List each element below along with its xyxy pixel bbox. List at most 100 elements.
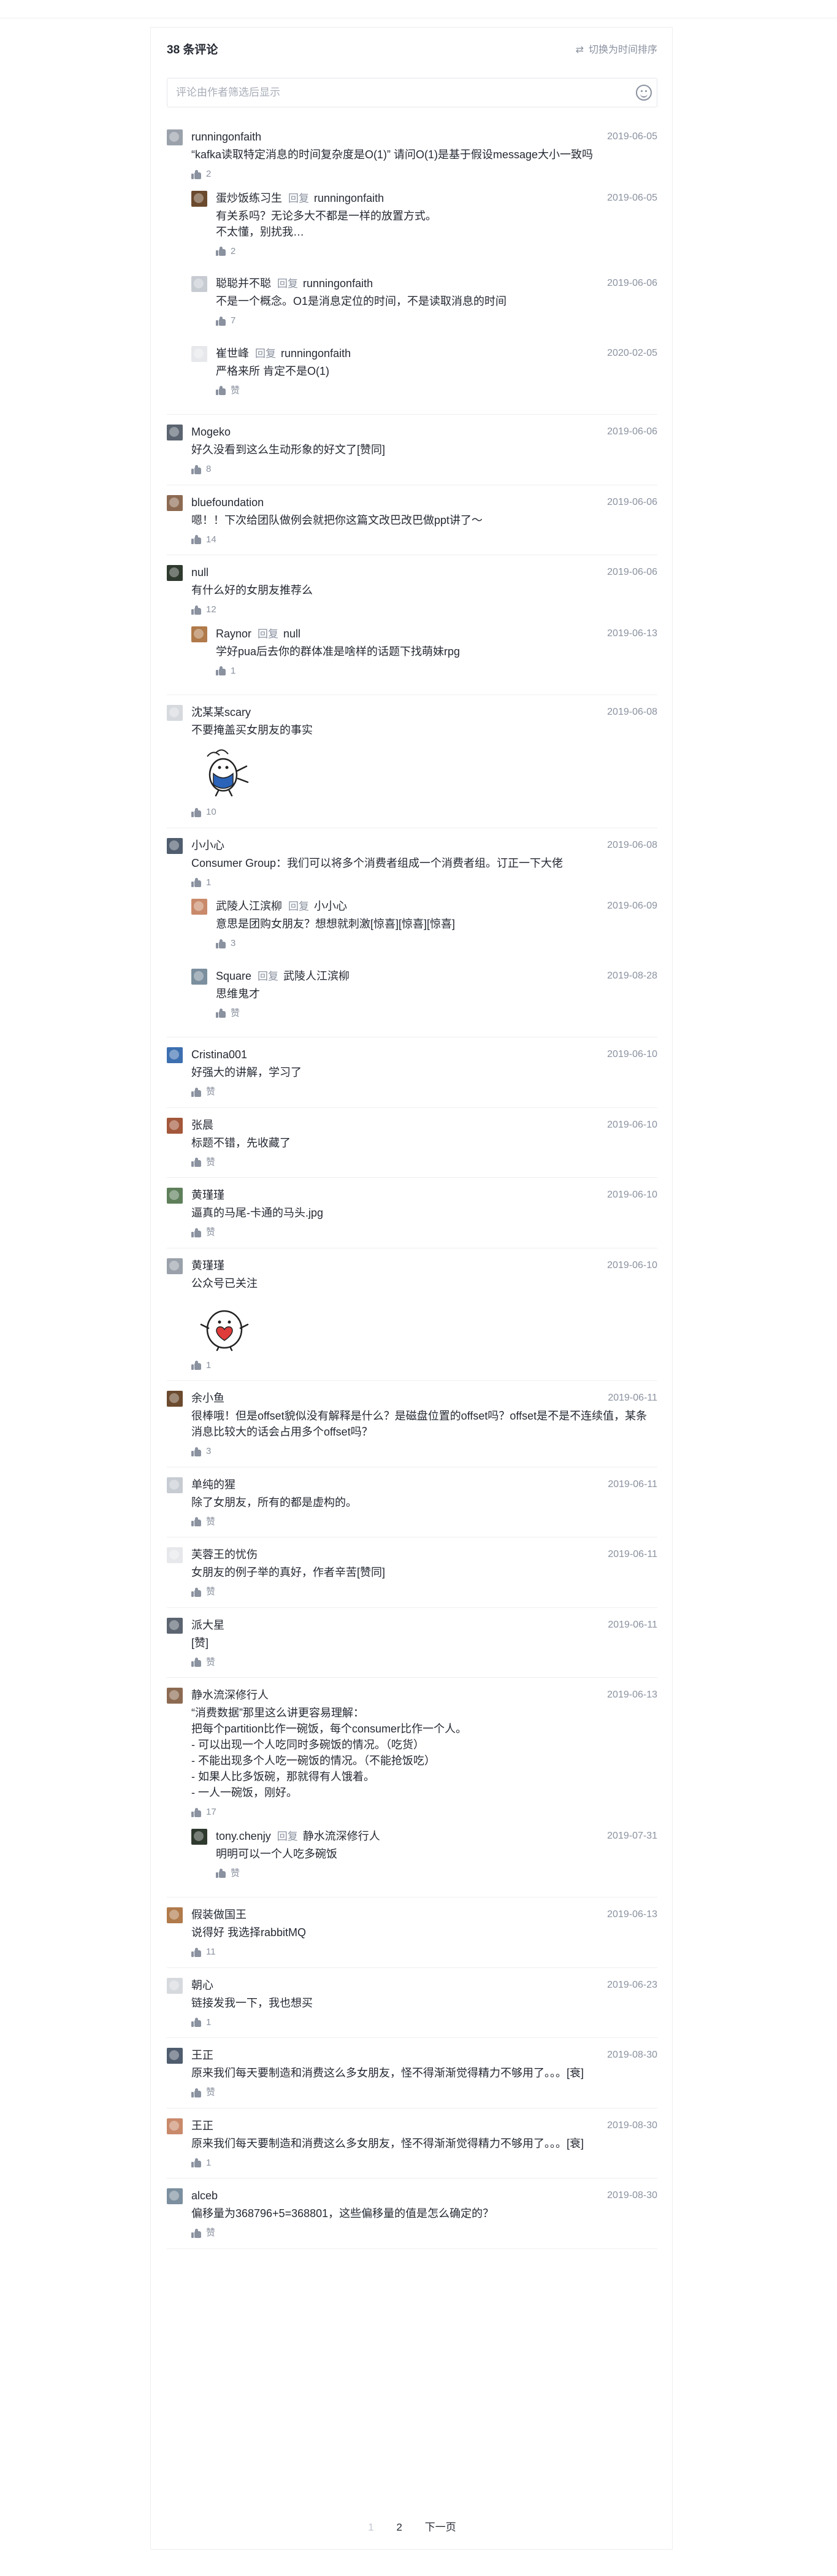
avatar[interactable] xyxy=(167,1117,183,1134)
avatar[interactable] xyxy=(167,425,183,440)
avatar[interactable] xyxy=(167,2188,183,2204)
like-button[interactable]: 赞 xyxy=(216,1867,240,1880)
comment-author[interactable]: Cristina001 xyxy=(191,1048,247,1061)
avatar[interactable] xyxy=(167,129,183,145)
comment-author[interactable]: 朝心 xyxy=(191,1979,213,1991)
comment-item: 假装做国王 2019-06-13 说得好 我选择rabbitMQ 11 xyxy=(167,1906,657,1967)
next-page-link[interactable]: 下一页 xyxy=(425,2518,456,2537)
like-button[interactable]: 2 xyxy=(216,245,235,258)
comment-author[interactable]: Square xyxy=(216,970,251,982)
avatar[interactable] xyxy=(167,837,183,854)
comment-author[interactable]: Raynor xyxy=(216,628,251,640)
reply-label: 回复 xyxy=(277,278,298,290)
comment-author[interactable]: bluefoundation xyxy=(191,496,264,509)
comment-author[interactable]: 王正 xyxy=(191,2049,213,2061)
avatar[interactable] xyxy=(167,1688,183,1704)
comment-author[interactable]: 派大星 xyxy=(191,1619,224,1631)
comment-author[interactable]: 静水流深修行人 xyxy=(191,1689,269,1701)
comment-author[interactable]: 单纯的猩 xyxy=(191,1478,235,1491)
like-button[interactable]: 赞 xyxy=(191,1515,215,1529)
like-button[interactable]: 11 xyxy=(191,1945,216,1959)
like-button[interactable]: 1 xyxy=(191,876,211,890)
like-button[interactable]: 赞 xyxy=(191,1656,215,1669)
avatar[interactable] xyxy=(167,705,183,721)
avatar[interactable] xyxy=(167,1907,183,1923)
avatar[interactable] xyxy=(167,1047,183,1063)
comment-author[interactable]: 聪聪并不聪 xyxy=(216,277,271,290)
avatar[interactable] xyxy=(167,1391,183,1407)
reply-target[interactable]: runningonfaith xyxy=(314,192,384,204)
comment-author[interactable]: 蛋炒饭练习生 xyxy=(216,192,282,204)
avatar[interactable] xyxy=(167,565,183,581)
like-button[interactable]: 赞 xyxy=(191,1585,215,1599)
avatar[interactable] xyxy=(191,899,207,915)
like-button[interactable]: 8 xyxy=(191,463,211,476)
comment-text: 逼真的马尾-卡通的马头.jpg xyxy=(191,1207,324,1219)
comment-author[interactable]: alceb xyxy=(191,2190,218,2202)
like-button[interactable]: 7 xyxy=(216,314,235,328)
comment-author[interactable]: 王正 xyxy=(191,2120,213,2132)
like-button[interactable]: 赞 xyxy=(191,1226,215,1239)
comment-author[interactable]: tony.chenjy xyxy=(216,1830,271,1842)
avatar[interactable] xyxy=(191,190,207,207)
comment-author[interactable]: null xyxy=(191,566,208,579)
like-button[interactable]: 赞 xyxy=(191,1085,215,1099)
reply-target[interactable]: 小小心 xyxy=(314,900,347,912)
avatar[interactable] xyxy=(167,2118,183,2134)
like-button[interactable]: 10 xyxy=(191,805,216,819)
reply-target[interactable]: runningonfaith xyxy=(281,347,351,359)
comment-author[interactable]: 武陵人江滨柳 xyxy=(216,900,282,912)
page-1-link[interactable]: 1 xyxy=(368,2518,373,2537)
comment-author[interactable]: 张晨 xyxy=(191,1119,213,1131)
reply-target[interactable]: 武陵人江滨柳 xyxy=(283,970,350,982)
like-button[interactable]: 赞 xyxy=(191,2086,215,2099)
reply-target[interactable]: 静水流深修行人 xyxy=(303,1830,380,1842)
avatar[interactable] xyxy=(167,1188,183,1204)
comment-author[interactable]: 余小鱼 xyxy=(191,1392,224,1404)
avatar[interactable] xyxy=(167,1977,183,1994)
like-button[interactable]: 17 xyxy=(191,1805,216,1819)
comment-author[interactable]: 黄瑾瑾 xyxy=(191,1259,224,1272)
like-button[interactable]: 1 xyxy=(191,2016,211,2029)
avatar[interactable] xyxy=(191,276,207,292)
comment-input[interactable] xyxy=(176,79,630,107)
comment-text: 学好pua后去你的群体准是啥样的话题下找萌妹rpg xyxy=(216,645,461,658)
comment-author[interactable]: 黄瑾瑾 xyxy=(191,1189,224,1201)
like-button[interactable]: 赞 xyxy=(191,1156,215,1169)
comment-author[interactable]: 崔世峰 xyxy=(216,347,249,359)
avatar[interactable] xyxy=(167,1547,183,1563)
avatar[interactable] xyxy=(167,494,183,511)
avatar[interactable] xyxy=(191,1828,207,1845)
comment-author[interactable]: 小小心 xyxy=(191,839,224,852)
comment-author[interactable]: 假装做国王 xyxy=(191,1909,247,1921)
like-button[interactable]: 赞 xyxy=(216,1007,240,1020)
page-2-current[interactable]: 2 xyxy=(397,2518,402,2537)
like-button[interactable]: 2 xyxy=(191,167,211,181)
reply-target[interactable]: runningonfaith xyxy=(303,277,373,290)
avatar[interactable] xyxy=(191,626,207,642)
like-button[interactable]: 赞 xyxy=(216,384,240,398)
comment-author[interactable]: Mogeko xyxy=(191,426,231,438)
like-button[interactable]: 1 xyxy=(216,664,235,678)
avatar[interactable] xyxy=(167,1617,183,1634)
comment-author[interactable]: 芙蓉王的忧伤 xyxy=(191,1548,258,1561)
like-button[interactable]: 12 xyxy=(191,603,216,617)
avatar[interactable] xyxy=(167,1477,183,1493)
reply-target[interactable]: null xyxy=(283,628,300,640)
like-button[interactable]: 14 xyxy=(191,533,216,547)
like-button[interactable]: 1 xyxy=(191,1359,211,1372)
comment-author[interactable]: runningonfaith xyxy=(191,131,261,143)
like-button[interactable]: 3 xyxy=(191,1445,211,1458)
avatar[interactable] xyxy=(167,2048,183,2064)
avatar[interactable] xyxy=(191,345,207,362)
sort-toggle-button[interactable]: ⇄ 切换为时间排序 xyxy=(576,41,657,60)
smiley-icon[interactable] xyxy=(636,85,652,101)
like-button[interactable]: 1 xyxy=(191,2156,211,2170)
comment-date: 2019-06-10 xyxy=(607,1049,657,1059)
comment-author[interactable]: 沈某某scary xyxy=(191,706,251,718)
avatar[interactable] xyxy=(167,1258,183,1274)
like-button[interactable]: 3 xyxy=(216,937,235,950)
reply-item: 崔世峰 回复 runningonfaith 2020-02-05 严格来所 肯定不是O(… xyxy=(191,345,657,402)
avatar[interactable] xyxy=(191,968,207,985)
like-button[interactable]: 赞 xyxy=(191,2226,215,2240)
